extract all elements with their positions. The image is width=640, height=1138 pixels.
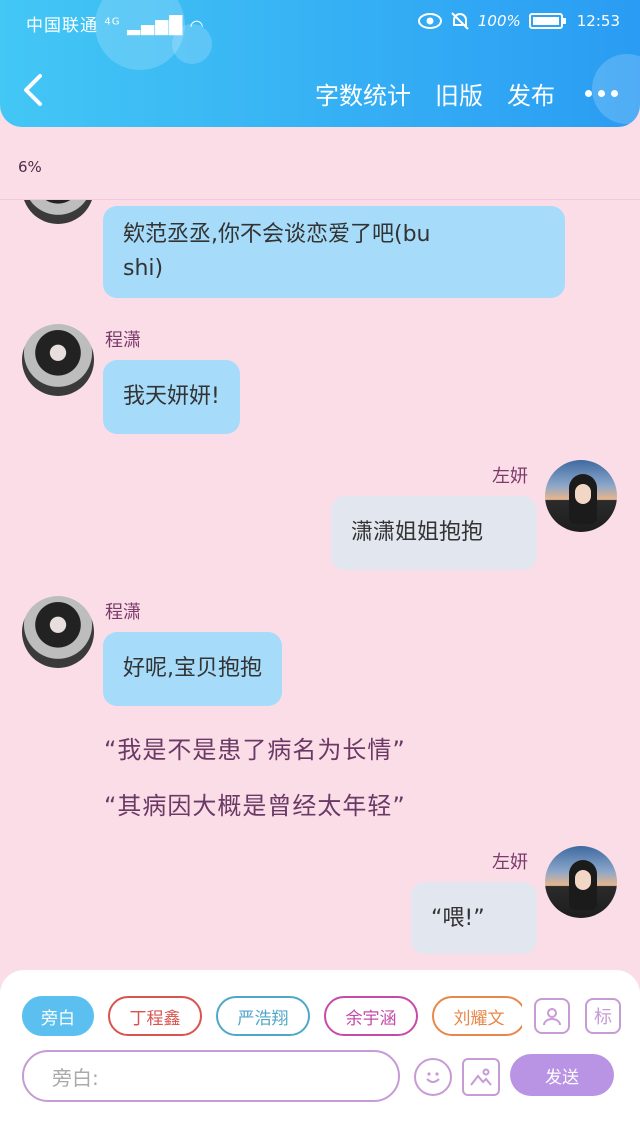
back-chevron-icon[interactable] xyxy=(18,72,52,108)
message-text: 我天妍妍! xyxy=(123,384,220,409)
wifi-icon: ◠ xyxy=(189,16,205,35)
message-text: “喂!” xyxy=(431,906,485,931)
signal-icon: ▂▄▆█ xyxy=(126,16,184,36)
role-chip-label: 严浩翔 xyxy=(237,1008,289,1029)
sender-name: 左妍 xyxy=(492,466,528,487)
image-icon[interactable] xyxy=(462,1058,500,1096)
input-panel: 旁白 丁程鑫 严浩翔 余宇涵 刘耀文 标 旁白: 发送 xyxy=(0,970,640,1138)
message-text: 欸范丞丞,你不会谈恋爱了吧(bu xyxy=(123,222,431,247)
nav-bar: 字数统计 旧版 发布 xyxy=(0,60,640,120)
chat-area[interactable]: 欸范丞丞,你不会谈恋爱了吧(bu shi) 程潇 我天妍妍! 左妍 潇潇姐姐抱抱… xyxy=(0,200,640,970)
avatar[interactable] xyxy=(545,846,617,918)
battery-icon xyxy=(528,13,566,29)
old-version-button[interactable]: 旧版 xyxy=(435,76,483,111)
person-card-icon[interactable] xyxy=(534,998,570,1034)
message-bubble[interactable]: 好呢,宝贝抱抱 xyxy=(103,632,282,706)
nav-actions: 字数统计 旧版 发布 xyxy=(315,76,618,111)
message-bubble[interactable]: “喂!” xyxy=(411,882,537,954)
message-text: 潇潇姐姐抱抱 xyxy=(351,520,484,545)
role-chip-label: 余宇涵 xyxy=(345,1008,397,1029)
role-selector: 旁白 丁程鑫 严浩翔 余宇涵 刘耀文 xyxy=(22,996,522,1036)
battery-percent: 100% xyxy=(477,12,521,30)
narration-text: “其病因大概是曾经太年轻” xyxy=(104,792,406,820)
sender-name: 程潇 xyxy=(105,330,141,351)
status-bar: 中国联通 4G ▂▄▆█ ◠ 100% 12:53 xyxy=(0,0,640,44)
message-bubble[interactable]: 欸范丞丞,你不会谈恋爱了吧(bu shi) xyxy=(103,206,565,298)
message-bubble[interactable]: 我天妍妍! xyxy=(103,360,240,434)
send-button[interactable]: 发送 xyxy=(510,1054,614,1096)
more-dots-icon[interactable] xyxy=(585,90,618,97)
clock: 12:53 xyxy=(576,12,620,30)
avatar[interactable] xyxy=(22,200,94,224)
role-chip[interactable]: 余宇涵 xyxy=(324,996,418,1036)
message-text: shi) xyxy=(123,256,164,281)
top-header: 中国联通 4G ▂▄▆█ ◠ 100% 12:53 字数统计 旧版 发布 xyxy=(0,0,640,127)
narration-text: “我是不是患了病名为长情” xyxy=(104,736,406,764)
carrier-label: 中国联通 4G ▂▄▆█ ◠ xyxy=(26,11,205,36)
role-chip[interactable]: 丁程鑫 xyxy=(108,996,202,1036)
message-input[interactable]: 旁白: xyxy=(22,1050,400,1102)
eye-icon xyxy=(417,13,442,29)
avatar[interactable] xyxy=(22,596,94,668)
role-chip[interactable]: 刘耀文 xyxy=(432,996,522,1036)
input-placeholder: 旁白: xyxy=(52,1065,99,1090)
sender-name: 程潇 xyxy=(105,602,141,623)
network-type: 4G xyxy=(104,16,121,28)
role-chip[interactable]: 严浩翔 xyxy=(216,996,310,1036)
role-chip-label: 丁程鑫 xyxy=(129,1008,181,1029)
word-count-button[interactable]: 字数统计 xyxy=(315,76,411,111)
role-chip-label: 刘耀文 xyxy=(453,1008,505,1029)
mute-bell-icon xyxy=(451,12,469,30)
avatar[interactable] xyxy=(545,460,617,532)
role-chip-narration[interactable]: 旁白 xyxy=(22,996,94,1036)
carrier-name: 中国联通 xyxy=(26,16,98,36)
tag-icon-label: 标 xyxy=(594,1007,612,1028)
status-right: 100% 12:53 xyxy=(417,11,620,31)
sender-name: 左妍 xyxy=(492,852,528,873)
emoji-icon[interactable] xyxy=(414,1058,452,1096)
publish-button[interactable]: 发布 xyxy=(507,76,555,111)
avatar[interactable] xyxy=(22,324,94,396)
tag-icon[interactable]: 标 xyxy=(585,998,621,1034)
message-text: 好呢,宝贝抱抱 xyxy=(123,656,262,681)
progress-indicator: 6% xyxy=(18,158,42,176)
role-chip-label: 旁白 xyxy=(41,1008,75,1029)
message-bubble[interactable]: 潇潇姐姐抱抱 xyxy=(331,496,537,570)
